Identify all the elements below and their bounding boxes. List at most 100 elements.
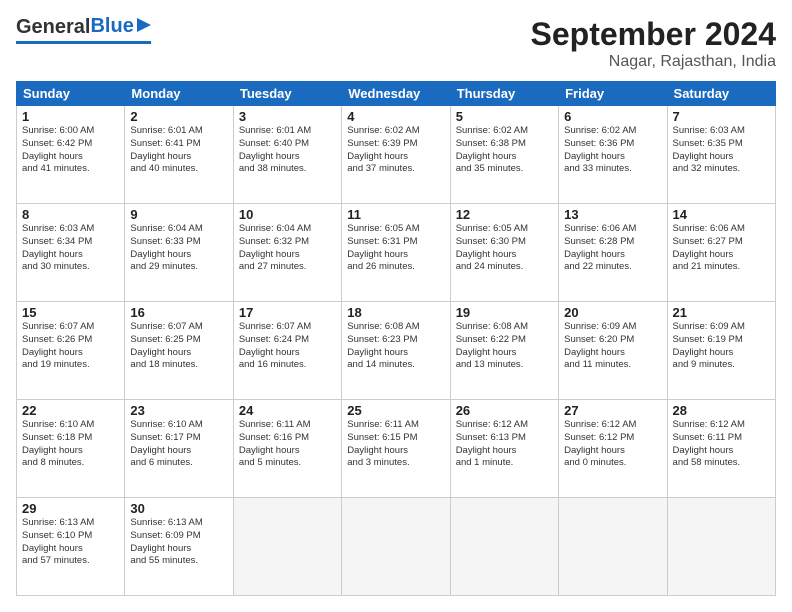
sunrise-text: Sunrise: 6:09 AM bbox=[564, 321, 636, 332]
calendar-cell: 2Sunrise: 6:01 AMSunset: 6:41 PMDaylight… bbox=[125, 106, 233, 204]
sunrise-text: Sunrise: 6:12 AM bbox=[564, 419, 636, 430]
daylight-label: Daylight hours bbox=[347, 445, 408, 456]
day-info: Sunrise: 6:10 AMSunset: 6:18 PMDaylight … bbox=[22, 419, 119, 470]
day-info: Sunrise: 6:07 AMSunset: 6:25 PMDaylight … bbox=[130, 321, 227, 372]
sunset-text: Sunset: 6:38 PM bbox=[456, 138, 526, 149]
day-number: 21 bbox=[673, 305, 770, 320]
month-title: September 2024 bbox=[531, 16, 776, 53]
sunset-text: Sunset: 6:36 PM bbox=[564, 138, 634, 149]
day-info: Sunrise: 6:13 AMSunset: 6:10 PMDaylight … bbox=[22, 517, 119, 568]
sunrise-text: Sunrise: 6:10 AM bbox=[130, 419, 202, 430]
day-info: Sunrise: 6:08 AMSunset: 6:23 PMDaylight … bbox=[347, 321, 444, 372]
calendar-week-row: 22Sunrise: 6:10 AMSunset: 6:18 PMDayligh… bbox=[17, 400, 776, 498]
calendar-cell: 4Sunrise: 6:02 AMSunset: 6:39 PMDaylight… bbox=[342, 106, 450, 204]
day-info: Sunrise: 6:02 AMSunset: 6:36 PMDaylight … bbox=[564, 125, 661, 176]
daylight-value: and 0 minutes. bbox=[564, 457, 626, 468]
sunrise-text: Sunrise: 6:01 AM bbox=[130, 125, 202, 136]
day-info: Sunrise: 6:03 AMSunset: 6:35 PMDaylight … bbox=[673, 125, 770, 176]
daylight-label: Daylight hours bbox=[22, 543, 83, 554]
sunset-text: Sunset: 6:41 PM bbox=[130, 138, 200, 149]
day-number: 1 bbox=[22, 109, 119, 124]
logo-arrow-icon bbox=[137, 18, 151, 37]
day-number: 8 bbox=[22, 207, 119, 222]
sunset-text: Sunset: 6:25 PM bbox=[130, 334, 200, 345]
daylight-value: and 16 minutes. bbox=[239, 359, 307, 370]
daylight-value: and 6 minutes. bbox=[130, 457, 192, 468]
calendar-cell: 17Sunrise: 6:07 AMSunset: 6:24 PMDayligh… bbox=[233, 302, 341, 400]
calendar-cell: 30Sunrise: 6:13 AMSunset: 6:09 PMDayligh… bbox=[125, 498, 233, 596]
day-number: 17 bbox=[239, 305, 336, 320]
sunset-text: Sunset: 6:09 PM bbox=[130, 530, 200, 541]
daylight-value: and 40 minutes. bbox=[130, 163, 198, 174]
day-number: 9 bbox=[130, 207, 227, 222]
calendar-cell: 28Sunrise: 6:12 AMSunset: 6:11 PMDayligh… bbox=[667, 400, 775, 498]
sunrise-text: Sunrise: 6:07 AM bbox=[239, 321, 311, 332]
col-sunday: Sunday bbox=[17, 82, 125, 106]
daylight-label: Daylight hours bbox=[130, 151, 191, 162]
daylight-value: and 32 minutes. bbox=[673, 163, 741, 174]
calendar-cell: 9Sunrise: 6:04 AMSunset: 6:33 PMDaylight… bbox=[125, 204, 233, 302]
calendar-cell bbox=[667, 498, 775, 596]
daylight-value: and 21 minutes. bbox=[673, 261, 741, 272]
day-number: 26 bbox=[456, 403, 553, 418]
calendar-cell: 29Sunrise: 6:13 AMSunset: 6:10 PMDayligh… bbox=[17, 498, 125, 596]
col-thursday: Thursday bbox=[450, 82, 558, 106]
calendar-cell: 25Sunrise: 6:11 AMSunset: 6:15 PMDayligh… bbox=[342, 400, 450, 498]
daylight-value: and 26 minutes. bbox=[347, 261, 415, 272]
calendar-cell bbox=[233, 498, 341, 596]
sunrise-text: Sunrise: 6:02 AM bbox=[456, 125, 528, 136]
sunrise-text: Sunrise: 6:01 AM bbox=[239, 125, 311, 136]
daylight-value: and 3 minutes. bbox=[347, 457, 409, 468]
calendar-cell: 26Sunrise: 6:12 AMSunset: 6:13 PMDayligh… bbox=[450, 400, 558, 498]
sunset-text: Sunset: 6:34 PM bbox=[22, 236, 92, 247]
daylight-value: and 9 minutes. bbox=[673, 359, 735, 370]
day-info: Sunrise: 6:12 AMSunset: 6:12 PMDaylight … bbox=[564, 419, 661, 470]
sunrise-text: Sunrise: 6:13 AM bbox=[22, 517, 94, 528]
sunrise-text: Sunrise: 6:06 AM bbox=[564, 223, 636, 234]
sunrise-text: Sunrise: 6:11 AM bbox=[347, 419, 419, 430]
day-number: 24 bbox=[239, 403, 336, 418]
day-number: 18 bbox=[347, 305, 444, 320]
sunrise-text: Sunrise: 6:04 AM bbox=[130, 223, 202, 234]
sunrise-text: Sunrise: 6:10 AM bbox=[22, 419, 94, 430]
day-info: Sunrise: 6:01 AM Sunset: 6:41 PM Daylight … bbox=[130, 125, 227, 176]
daylight-value: and 22 minutes. bbox=[564, 261, 632, 272]
calendar-cell bbox=[450, 498, 558, 596]
day-info: Sunrise: 6:12 AMSunset: 6:13 PMDaylight … bbox=[456, 419, 553, 470]
day-number: 15 bbox=[22, 305, 119, 320]
day-number: 19 bbox=[456, 305, 553, 320]
sunrise-text: Sunrise: 6:13 AM bbox=[130, 517, 202, 528]
sunrise-text: Sunrise: 6:05 AM bbox=[347, 223, 419, 234]
col-saturday: Saturday bbox=[667, 82, 775, 106]
day-number: 16 bbox=[130, 305, 227, 320]
daylight-label: Daylight hours bbox=[22, 445, 83, 456]
day-info: Sunrise: 6:07 AMSunset: 6:26 PMDaylight … bbox=[22, 321, 119, 372]
daylight-value: and 18 minutes. bbox=[130, 359, 198, 370]
daylight-value: and 38 minutes. bbox=[239, 163, 307, 174]
daylight-value: and 8 minutes. bbox=[22, 457, 84, 468]
day-info: Sunrise: 6:06 AMSunset: 6:27 PMDaylight … bbox=[673, 223, 770, 274]
sunset-text: Sunset: 6:33 PM bbox=[130, 236, 200, 247]
daylight-label: Daylight hours bbox=[564, 445, 625, 456]
day-info: Sunrise: 6:08 AMSunset: 6:22 PMDaylight … bbox=[456, 321, 553, 372]
sunrise-text: Sunrise: 6:03 AM bbox=[22, 223, 94, 234]
sunset-text: Sunset: 6:42 PM bbox=[22, 138, 92, 149]
day-number: 12 bbox=[456, 207, 553, 222]
calendar-cell: 6Sunrise: 6:02 AMSunset: 6:36 PMDaylight… bbox=[559, 106, 667, 204]
daylight-label: Daylight hours bbox=[130, 543, 191, 554]
day-number: 22 bbox=[22, 403, 119, 418]
calendar-week-row: 8Sunrise: 6:03 AM Sunset: 6:34 PM Daylight… bbox=[17, 204, 776, 302]
sunset-text: Sunset: 6:22 PM bbox=[456, 334, 526, 345]
daylight-label: Daylight hours bbox=[347, 151, 408, 162]
day-number: 10 bbox=[239, 207, 336, 222]
day-info: Sunrise: 6:09 AMSunset: 6:20 PMDaylight … bbox=[564, 321, 661, 372]
sunset-text: Sunset: 6:17 PM bbox=[130, 432, 200, 443]
daylight-label: Daylight hours bbox=[673, 151, 734, 162]
day-number: 27 bbox=[564, 403, 661, 418]
daylight-label: Daylight hours bbox=[564, 347, 625, 358]
day-number: 20 bbox=[564, 305, 661, 320]
daylight-label: Daylight hours bbox=[239, 249, 300, 260]
daylight-label: Daylight hours bbox=[239, 151, 300, 162]
sunset-text: Sunset: 6:32 PM bbox=[239, 236, 309, 247]
day-info: Sunrise: 6:06 AMSunset: 6:28 PMDaylight … bbox=[564, 223, 661, 274]
